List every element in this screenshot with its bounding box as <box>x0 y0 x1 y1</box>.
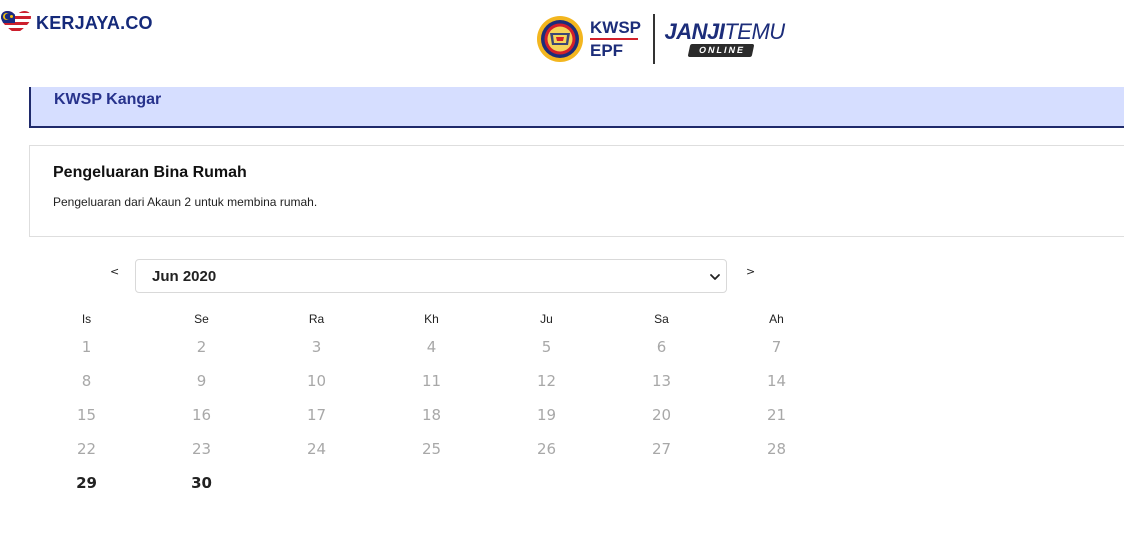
janji-temu-logo: JANJITEMU ONLINE <box>665 21 785 57</box>
branch-banner: KWSP Kangar <box>29 87 1124 128</box>
month-select[interactable]: Jun 2020 <box>135 259 727 293</box>
weekday-label: Se <box>194 312 209 326</box>
calendar-day-disabled: 28 <box>766 440 787 458</box>
calendar-week-row: 1 2 3 4 5 6 7 <box>29 330 834 364</box>
calendar-day-disabled: 21 <box>766 406 787 424</box>
calendar-day-disabled: 25 <box>421 440 442 458</box>
calendar-day-disabled: 20 <box>651 406 672 424</box>
calendar-day-disabled: 3 <box>311 338 322 356</box>
watermark-text: KERJAYA.CO <box>36 12 153 33</box>
calendar-day-available[interactable]: 29 <box>29 466 144 500</box>
calendar-day-disabled: 23 <box>191 440 212 458</box>
service-description: Pengeluaran dari Akaun 2 untuk membina r… <box>53 195 318 209</box>
calendar-day-disabled: 4 <box>426 338 437 356</box>
header-logos: KWSP EPF JANJITEMU ONLINE <box>536 12 785 66</box>
calendar-day-disabled: 13 <box>651 372 672 390</box>
calendar-day-disabled: 8 <box>81 372 92 390</box>
calendar-day-disabled: 26 <box>536 440 557 458</box>
calendar-day-disabled: 2 <box>196 338 207 356</box>
watermark-brand: KERJAYA.CO <box>0 10 153 36</box>
weekday-label: Is <box>81 312 92 326</box>
weekday-label: Ra <box>308 312 325 326</box>
calendar-day-disabled: 1 <box>81 338 92 356</box>
calendar-day-disabled: 18 <box>421 406 442 424</box>
chevron-down-icon <box>710 274 720 280</box>
calendar-empty-cell <box>719 466 834 500</box>
epf-label: EPF <box>590 41 624 60</box>
calendar-day-disabled: 11 <box>421 372 442 390</box>
service-card: Pengeluaran Bina Rumah Pengeluaran dari … <box>29 145 1124 237</box>
calendar-day-disabled: 27 <box>651 440 672 458</box>
kwsp-label: KWSP <box>590 18 641 37</box>
calendar-weeks: 1 2 3 4 5 6 7 8 9 10 11 12 13 14 15 16 17 18 19 20 21 22 23 24 2… <box>29 330 834 500</box>
weekday-label: Sa <box>654 312 669 326</box>
month-select-value: Jun 2020 <box>152 268 217 285</box>
calendar-day-available[interactable]: 30 <box>144 466 259 500</box>
temu-text: TEMU <box>724 19 785 44</box>
calendar-empty-cell <box>604 466 719 500</box>
calendar-week-row: 29 30 <box>29 466 834 500</box>
calendar-day-disabled: 12 <box>536 372 557 390</box>
kwsp-epf-wordmark: KWSP EPF <box>590 19 641 59</box>
calendar-empty-cell <box>259 466 374 500</box>
calendar-day-disabled: 19 <box>536 406 557 424</box>
appointment-page: KERJAYA.CO KWSP EPF JANJITEMU ONLINE KWS… <box>0 0 1124 545</box>
calendar-day-disabled: 6 <box>656 338 667 356</box>
calendar-day-disabled: 24 <box>306 440 327 458</box>
service-title: Pengeluaran Bina Rumah <box>53 164 247 181</box>
calendar-week-row: 8 9 10 11 12 13 14 <box>29 364 834 398</box>
next-month-button[interactable]: > <box>746 266 755 277</box>
weekday-label: Ah <box>769 312 784 326</box>
calendar-day-disabled: 22 <box>76 440 97 458</box>
calendar-day-disabled: 15 <box>76 406 97 424</box>
calendar-day-disabled: 16 <box>191 406 212 424</box>
logo-divider <box>653 14 655 64</box>
calendar-empty-cell <box>374 466 489 500</box>
calendar-week-row: 15 16 17 18 19 20 21 <box>29 398 834 432</box>
prev-month-button[interactable]: < <box>110 266 119 277</box>
calendar-day-disabled: 10 <box>306 372 327 390</box>
branch-name: KWSP Kangar <box>54 91 162 108</box>
janji-temu-wordmark: JANJITEMU <box>664 19 786 44</box>
weekday-header-row: Is Se Ra Kh Ju Sa Ah <box>29 308 834 330</box>
kwsp-seal-icon <box>537 16 583 62</box>
weekday-label: Kh <box>424 312 439 326</box>
calendar-day-disabled: 9 <box>196 372 207 390</box>
weekday-label: Ju <box>540 312 553 326</box>
calendar-day-disabled: 7 <box>771 338 782 356</box>
calendar-day-disabled: 5 <box>541 338 552 356</box>
calendar-day-disabled: 17 <box>306 406 327 424</box>
heart-flag-icon <box>1 11 31 34</box>
calendar-empty-cell <box>489 466 604 500</box>
calendar-day-disabled: 14 <box>766 372 787 390</box>
janji-text: JANJI <box>664 19 725 44</box>
calendar-grid: Is Se Ra Kh Ju Sa Ah 1 2 3 4 5 6 7 8 9 10 11 12 13 14… <box>29 308 834 500</box>
calendar-week-row: 22 23 24 25 26 27 28 <box>29 432 834 466</box>
kwsp-rule <box>590 38 638 40</box>
online-badge: ONLINE <box>687 44 754 57</box>
